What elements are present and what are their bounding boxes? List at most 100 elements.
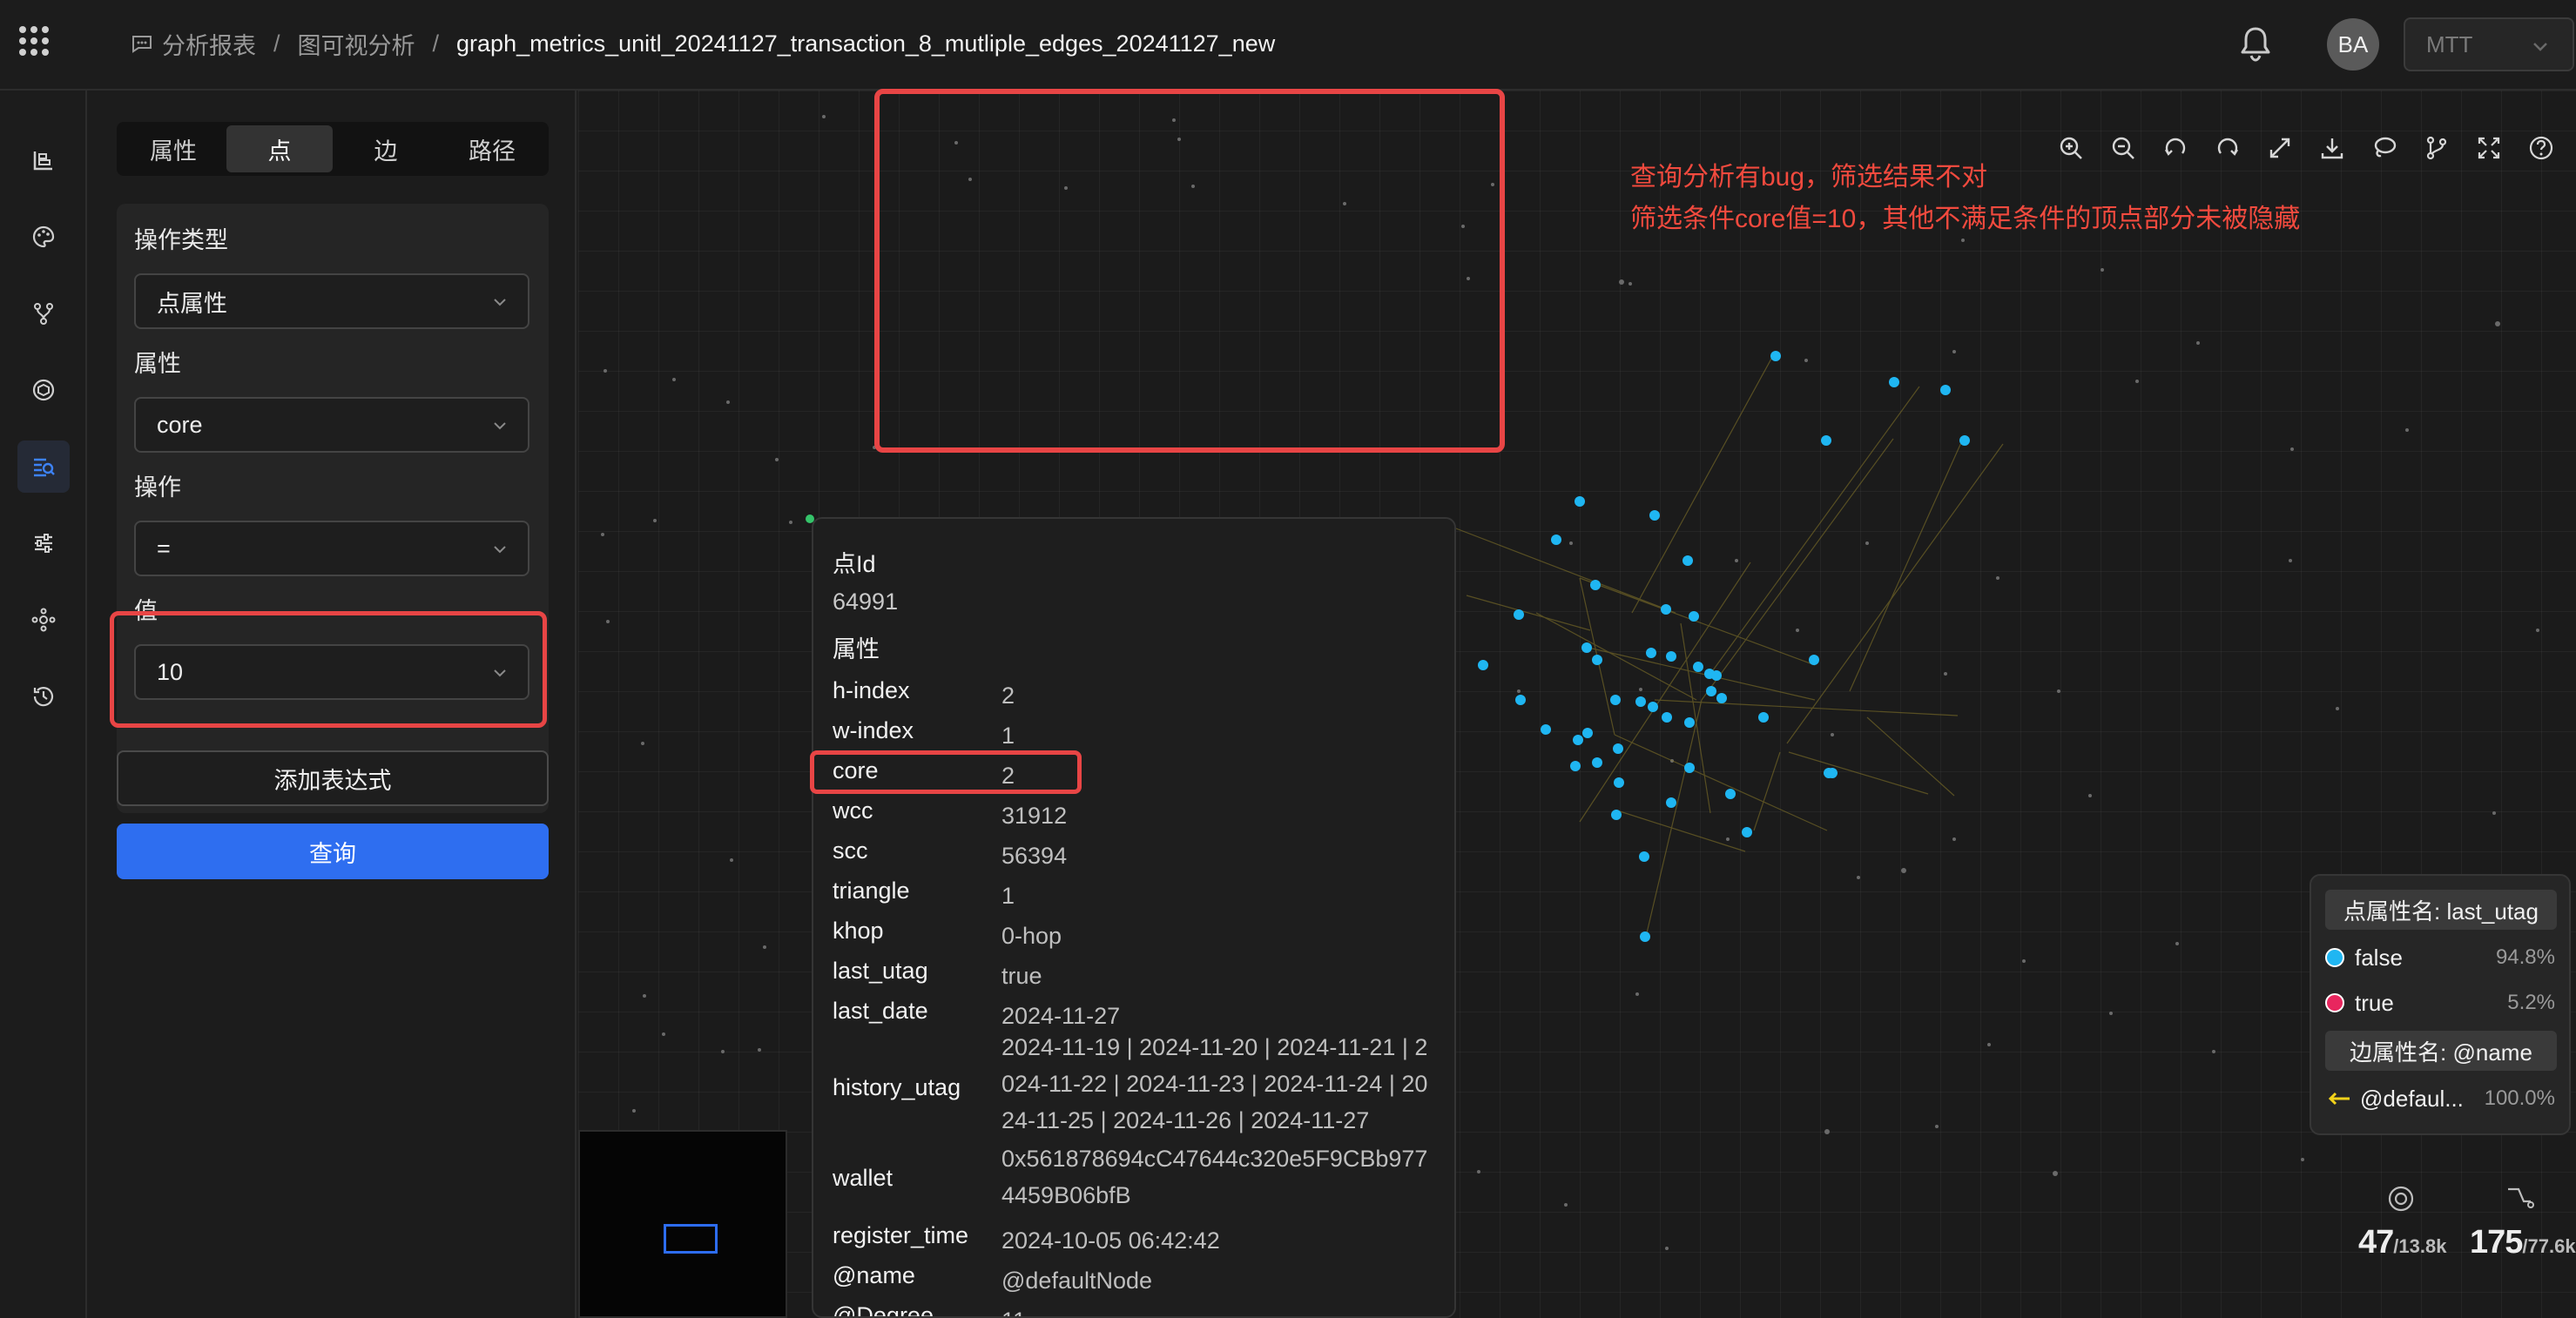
edge-counter: 175/77.6k	[2470, 1224, 2576, 1261]
result-nodes	[1478, 351, 1970, 942]
operation-type-select[interactable]: 点属性	[134, 273, 529, 329]
prop-key: scc	[833, 837, 868, 864]
prop-key: wcc	[833, 797, 873, 824]
prop-value: 1	[1001, 723, 1015, 749]
minimap[interactable]	[578, 1130, 787, 1318]
nodes-total: 13.8k	[2398, 1235, 2447, 1257]
node-legend-header: 点属性名: last_utag	[2325, 890, 2557, 930]
prop-value: 31912	[1001, 803, 1068, 829]
prop-value: 2024-11-19 | 2024-11-20 | 2024-11-21 | 2…	[1001, 1034, 1428, 1133]
history-icon[interactable]	[17, 670, 70, 723]
bug-annotation: 查询分析有bug，筛选结果不对 筛选条件core值=10，其他不满足条件的顶点部…	[1630, 157, 2300, 240]
palette-icon[interactable]	[17, 211, 70, 263]
cube-icon[interactable]	[17, 364, 70, 416]
layers-icon[interactable]	[17, 134, 70, 186]
edge-legend-header: 边属性名: @name	[2325, 1031, 2557, 1071]
breadcrumb: 分析报表 / 图可视分析 / graph_metrics_unitl_20241…	[131, 26, 1275, 61]
nodes-shown: 47	[2358, 1224, 2394, 1261]
prop-key: w-index	[833, 717, 914, 743]
breadcrumb-graph-analysis[interactable]: 图可视分析	[298, 27, 415, 61]
tab-path[interactable]: 路径	[439, 125, 545, 172]
node-detail-tooltip: 点Id 64991 属性 h-index 2 w-index 1 core 2 wcc…	[812, 517, 1456, 1318]
chevron-down-icon	[2533, 43, 2547, 51]
user-avatar[interactable]: BA	[2327, 18, 2379, 71]
prop-value: 2024-10-05 06:42:42	[1001, 1227, 1220, 1254]
prop-value: 1	[1001, 883, 1015, 909]
prop-key: register_time	[833, 1222, 969, 1248]
annotation-highlight-box	[874, 89, 1505, 453]
add-expression-button[interactable]: 添加表达式	[117, 750, 549, 806]
cluster-icon[interactable]	[17, 594, 70, 646]
left-icon-rail	[0, 91, 87, 1318]
app-grid-icon[interactable]	[19, 26, 49, 56]
prop-value: @defaultNode	[1001, 1268, 1153, 1294]
branch-icon[interactable]	[17, 287, 70, 340]
edges-shown: 175	[2470, 1224, 2523, 1261]
legend-item-default-edge[interactable]: @defaul... 100.0%	[2325, 1081, 2562, 1116]
report-icon	[132, 36, 152, 53]
core-property-highlight-box	[810, 750, 1082, 794]
legend-item-true[interactable]: true 5.2%	[2325, 985, 2562, 1020]
query-filter-icon[interactable]	[17, 440, 70, 493]
prop-value: 0x561878694cC47644c320e5F9CBb9774459B06b…	[1001, 1146, 1428, 1208]
legend-item-label: @defaul...	[2360, 1085, 2464, 1112]
graph-edges	[1448, 358, 2004, 938]
breadcrumb-separator: /	[273, 30, 280, 57]
breadcrumb-reports[interactable]: 分析报表	[162, 27, 256, 61]
prop-value: 11	[1001, 1302, 1437, 1316]
notification-bell-icon[interactable]	[2238, 24, 2273, 63]
prop-key: wallet	[833, 1165, 894, 1191]
chevron-down-icon	[494, 422, 506, 430]
node-id-value: 64991	[833, 588, 899, 615]
annotation-line-1: 查询分析有bug，筛选结果不对	[1630, 163, 1988, 192]
sliders-icon[interactable]	[17, 517, 70, 569]
arrow-left-icon	[2328, 1092, 2350, 1106]
tab-attribute[interactable]: 属性	[120, 125, 226, 172]
legend-item-false[interactable]: false 94.8%	[2325, 940, 2562, 975]
attribute-select[interactable]: core	[134, 397, 529, 453]
legend-item-pct: 5.2%	[2507, 991, 2555, 1014]
branch-tool-icon[interactable]	[2419, 131, 2454, 165]
properties-label: 属性	[833, 636, 880, 662]
prop-key: khop	[833, 918, 884, 944]
operation-type-value: 点属性	[157, 290, 227, 317]
query-button[interactable]: 查询	[117, 824, 549, 879]
legend-item-label: true	[2355, 989, 2394, 1016]
download-icon[interactable]	[2315, 131, 2350, 165]
fullscreen-icon[interactable]	[2471, 131, 2506, 165]
prop-value: true	[1001, 963, 1042, 989]
minimap-viewport[interactable]	[664, 1224, 718, 1254]
prop-value: 0-hop	[1001, 923, 1062, 949]
operator-select[interactable]: =	[134, 521, 529, 576]
legend-item-pct: 94.8%	[2495, 945, 2555, 969]
tab-node[interactable]: 点	[226, 125, 333, 172]
edge-count-icon	[2508, 1187, 2534, 1208]
prop-key: history_utag	[833, 1074, 961, 1100]
node-counter: 47/13.8k	[2358, 1224, 2447, 1261]
prop-key: @Degree	[833, 1302, 934, 1318]
prop-value: 2	[1001, 683, 1015, 709]
legend-dot-icon	[2325, 993, 2344, 1012]
org-select-value: MTT	[2426, 30, 2473, 57]
operator-value: =	[157, 535, 171, 561]
tab-edge[interactable]: 边	[333, 125, 439, 172]
edges-total: 77.6k	[2527, 1235, 2576, 1257]
help-icon[interactable]	[2524, 131, 2559, 165]
lasso-icon[interactable]	[2367, 131, 2402, 165]
node-id-label: 点Id	[833, 551, 876, 577]
top-header: 分析报表 / 图可视分析 / graph_metrics_unitl_20241…	[0, 0, 2576, 91]
org-select[interactable]: MTT	[2404, 17, 2574, 71]
chevron-down-icon	[494, 546, 506, 554]
node-count-icon	[2388, 1186, 2414, 1212]
attribute-label: 属性	[134, 351, 181, 377]
prop-key: h-index	[833, 677, 910, 703]
legend-item-pct: 100.0%	[2484, 1086, 2555, 1110]
legend-dot-icon	[2325, 948, 2344, 967]
panel-tabs: 属性 点 边 路径	[117, 122, 549, 176]
breadcrumb-separator: /	[432, 30, 440, 57]
operator-label: 操作	[134, 474, 181, 501]
legend-panel: 点属性名: last_utag false 94.8% true 5.2% 边属…	[2310, 874, 2571, 1135]
breadcrumb-current-graph: graph_metrics_unitl_20241127_transaction…	[456, 30, 1276, 57]
attribute-value: core	[157, 411, 203, 438]
annotation-line-2: 筛选条件core值=10，其他不满足条件的顶点部分未被隐藏	[1630, 205, 2301, 233]
